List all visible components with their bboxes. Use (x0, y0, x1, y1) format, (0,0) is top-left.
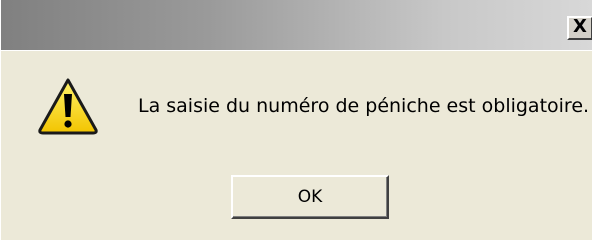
ok-button[interactable]: OK (231, 175, 389, 219)
dialog-body: La saisie du numéro de péniche est oblig… (1, 51, 592, 240)
dialog-message: La saisie du numéro de péniche est oblig… (138, 95, 590, 117)
ok-button-label: OK (297, 187, 323, 207)
title-bar[interactable]: X (1, 0, 592, 50)
close-button[interactable]: X (567, 16, 592, 40)
warning-icon (38, 78, 98, 135)
message-dialog: X La saisie du numéro de péniche est obl… (0, 0, 592, 240)
